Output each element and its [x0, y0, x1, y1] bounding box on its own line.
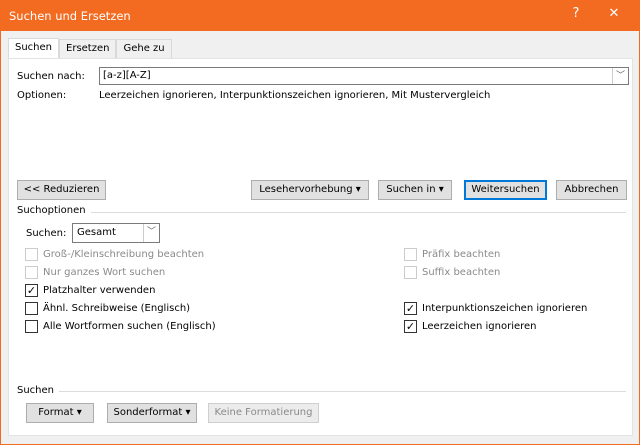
checkbox-label: Ähnl. Schreibweise (Englisch) — [43, 303, 191, 314]
checkbox-box[interactable] — [25, 266, 38, 279]
help-icon[interactable]: ? — [566, 6, 586, 21]
checkbox-label: Leerzeichen ignorieren — [422, 321, 537, 332]
checkbox-whole-word[interactable]: Nur ganzes Wort suchen — [25, 266, 165, 279]
checkbox-label: Alle Wortformen suchen (Englisch) — [43, 321, 216, 332]
divider — [91, 212, 626, 213]
checkbox-box[interactable] — [25, 320, 38, 333]
checkbox-box[interactable] — [404, 248, 417, 261]
reduce-button[interactable]: << Reduzieren — [17, 180, 106, 200]
tab-panel: Suchen nach: [a-z][A-Z] ﹀ Optionen: Leer… — [8, 58, 633, 436]
divider — [59, 391, 626, 392]
checkbox-label: Nur ganzes Wort suchen — [43, 267, 166, 278]
checkbox-sounds-like[interactable]: Ähnl. Schreibweise (Englisch) — [25, 302, 190, 315]
checkbox-box[interactable] — [25, 302, 38, 315]
checkbox-prefix[interactable]: Präfix beachten — [404, 248, 500, 261]
chevron-down-icon[interactable]: ﹀ — [143, 224, 159, 242]
checkbox-label: Platzhalter verwenden — [43, 285, 156, 296]
checkbox-label: Groß-/Kleinschreibung beachten — [43, 249, 205, 260]
footer-heading: Suchen — [17, 385, 55, 396]
checkbox-label: Interpunktionszeichen ignorieren — [422, 303, 588, 314]
scope-label: Suchen: — [26, 228, 67, 239]
search-value: [a-z][A-Z] — [103, 70, 151, 81]
checkbox-label: Präfix beachten — [422, 249, 501, 260]
no-formatting-button[interactable]: Keine Formatierung — [208, 403, 319, 423]
checkbox-word-forms[interactable]: Alle Wortformen suchen (Englisch) — [25, 320, 216, 333]
tab-ersetzen[interactable]: Ersetzen — [59, 39, 117, 59]
options-label: Optionen: — [17, 90, 67, 101]
checkbox-ignore-whitespace[interactable]: ✓ Leerzeichen ignorieren — [404, 320, 537, 333]
find-replace-dialog: Suchen und Ersetzen ? ✕ Suchen Ersetzen … — [0, 0, 640, 445]
checkbox-suffix[interactable]: Suffix beachten — [404, 266, 500, 279]
reading-highlight-button[interactable]: Lesehervorhebung ▾ — [251, 180, 369, 200]
cancel-button[interactable]: Abbrechen — [556, 180, 627, 200]
scope-select[interactable]: Gesamt ﹀ — [72, 223, 160, 243]
checkmark-icon[interactable]: ✓ — [404, 320, 417, 333]
tab-bar: Suchen Ersetzen Gehe zu — [8, 38, 172, 59]
tab-suchen[interactable]: Suchen — [8, 38, 60, 59]
checkmark-icon[interactable]: ✓ — [404, 302, 417, 315]
search-in-button[interactable]: Suchen in ▾ — [378, 180, 452, 200]
checkmark-icon[interactable]: ✓ — [25, 284, 38, 297]
search-options-heading: Suchoptionen — [17, 205, 86, 216]
special-format-button[interactable]: Sonderformat ▾ — [107, 403, 197, 423]
close-icon[interactable]: ✕ — [604, 6, 624, 21]
dialog-title: Suchen und Ersetzen — [9, 9, 131, 23]
checkbox-label: Suffix beachten — [422, 267, 501, 278]
chevron-down-icon[interactable]: ﹀ — [612, 68, 628, 84]
search-input[interactable]: [a-z][A-Z] ﹀ — [99, 67, 629, 85]
checkbox-box[interactable] — [25, 248, 38, 261]
checkbox-match-case[interactable]: Groß-/Kleinschreibung beachten — [25, 248, 204, 261]
title-bar: Suchen und Ersetzen ? ✕ — [1, 1, 639, 31]
find-next-button[interactable]: Weitersuchen — [464, 180, 547, 200]
format-button[interactable]: Format ▾ — [26, 403, 94, 423]
scope-value: Gesamt — [77, 227, 116, 238]
search-label: Suchen nach: — [17, 71, 85, 82]
checkbox-ignore-punctuation[interactable]: ✓ Interpunktionszeichen ignorieren — [404, 302, 587, 315]
checkbox-wildcards[interactable]: ✓ Platzhalter verwenden — [25, 284, 155, 297]
tab-gehe-zu[interactable]: Gehe zu — [116, 39, 172, 59]
options-value: Leerzeichen ignorieren, Interpunktionsze… — [99, 90, 491, 101]
checkbox-box[interactable] — [404, 266, 417, 279]
